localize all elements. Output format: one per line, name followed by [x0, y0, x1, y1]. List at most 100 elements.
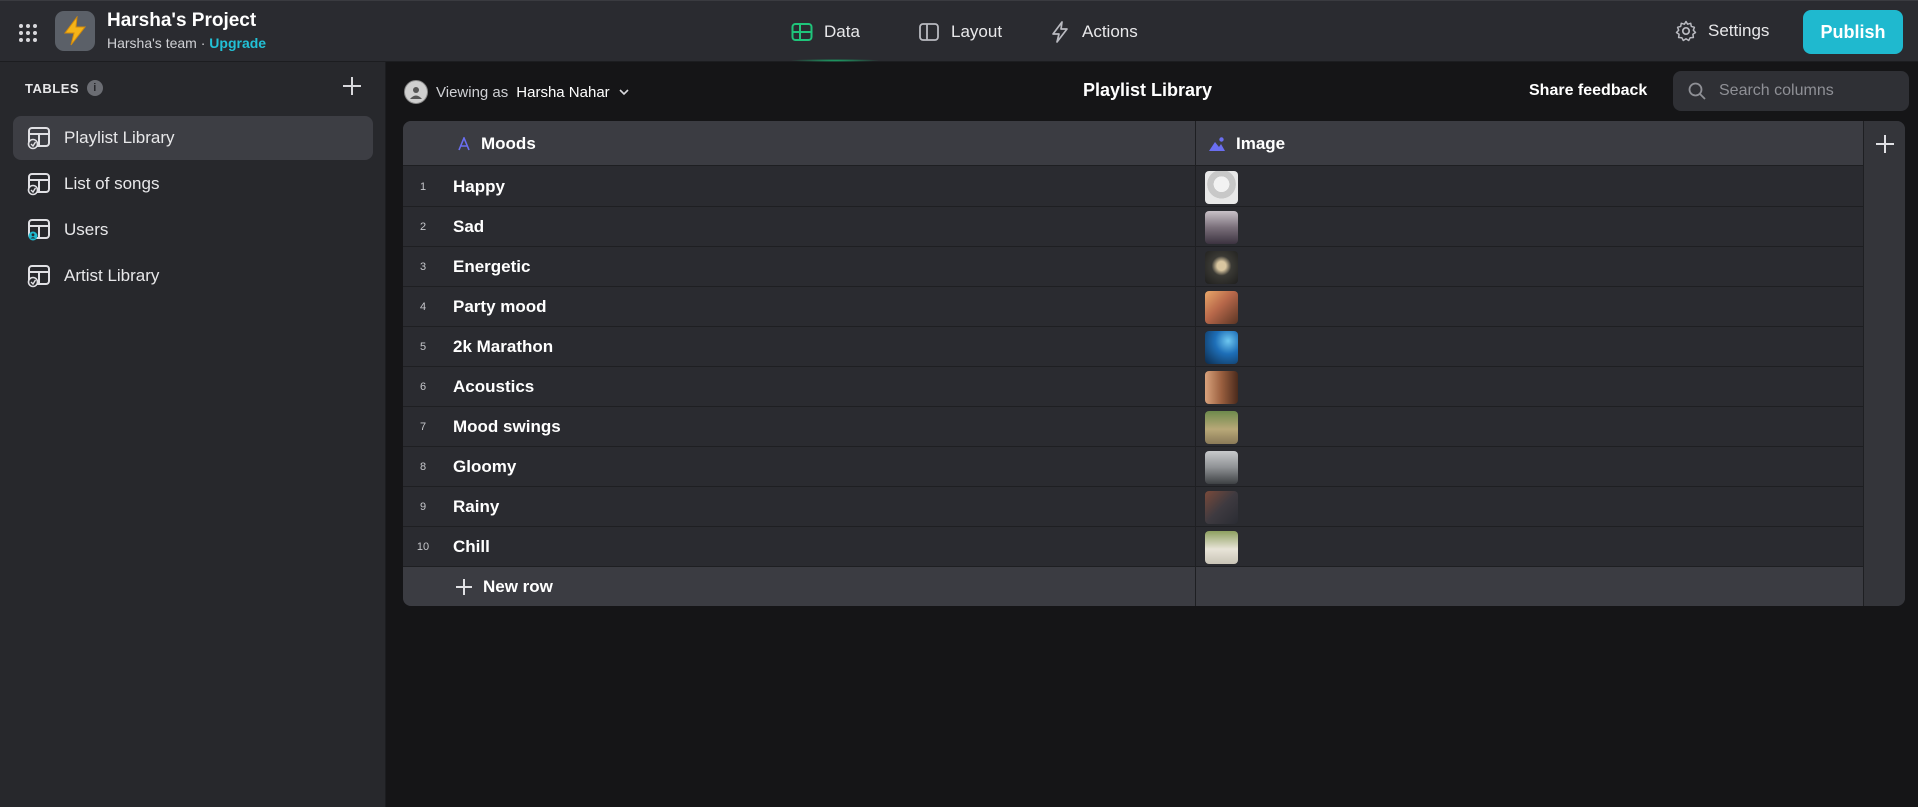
table-row[interactable]: 3 Energetic	[403, 247, 1863, 287]
search-icon	[1688, 82, 1706, 100]
settings-button[interactable]: Settings	[1674, 19, 1769, 43]
row-number: 6	[419, 381, 427, 393]
table-row[interactable]: 8 Gloomy	[403, 447, 1863, 487]
mood-cell[interactable]: Rainy	[453, 487, 499, 527]
row-number: 1	[419, 181, 427, 193]
sidebar-item-label: Playlist Library	[64, 128, 175, 147]
sidebar-item-playlist-library[interactable]: Playlist Library	[13, 116, 373, 160]
layout-icon	[919, 23, 939, 41]
mood-cell[interactable]: 2k Marathon	[453, 327, 553, 367]
apps-grid-icon[interactable]	[18, 23, 38, 43]
new-row-bar: New row	[403, 567, 1863, 606]
table-row[interactable]: 7 Mood swings	[403, 407, 1863, 447]
image-thumbnail[interactable]	[1205, 211, 1238, 244]
table-row[interactable]: 4 Party mood	[403, 287, 1863, 327]
row-number: 10	[416, 541, 430, 553]
column-header-moods[interactable]: Moods	[457, 121, 536, 166]
mood-cell[interactable]: Chill	[453, 527, 490, 567]
avatar	[404, 80, 428, 104]
image-thumbnail[interactable]	[1205, 451, 1238, 484]
add-column-button[interactable]	[1865, 121, 1905, 166]
image-thumbnail[interactable]	[1205, 171, 1238, 204]
table-icon	[27, 127, 50, 150]
sidebar-item-users[interactable]: Users	[13, 208, 373, 252]
table-row[interactable]: 6 Acoustics	[403, 367, 1863, 407]
column-header-label: Image	[1236, 133, 1286, 153]
image-thumbnail[interactable]	[1205, 371, 1238, 404]
sidebar-item-label: List of songs	[64, 174, 160, 193]
mood-cell[interactable]: Sad	[453, 207, 484, 247]
upgrade-link[interactable]: Upgrade	[209, 35, 266, 51]
row-number: 5	[419, 341, 427, 353]
row-number: 2	[419, 221, 427, 233]
image-thumbnail[interactable]	[1205, 491, 1238, 524]
plus-icon	[456, 578, 472, 595]
user-avatar-icon	[410, 87, 422, 99]
row-number: 4	[419, 301, 427, 313]
tab-layout-label: Layout	[951, 22, 1003, 41]
image-thumbnail[interactable]	[1205, 291, 1238, 324]
app-logo[interactable]	[55, 11, 95, 51]
mood-cell[interactable]: Acoustics	[453, 367, 534, 407]
table-row[interactable]: 5 2k Marathon	[403, 327, 1863, 367]
sidebar-item-list-of-songs[interactable]: List of songs	[13, 162, 373, 206]
share-feedback-button[interactable]: Share feedback	[1529, 82, 1647, 100]
add-column-strip	[1864, 121, 1905, 606]
data-grid-icon	[791, 23, 813, 41]
image-thumbnail[interactable]	[1205, 411, 1238, 444]
mood-cell[interactable]: Mood swings	[453, 407, 561, 447]
tab-data[interactable]: Data	[790, 19, 860, 45]
sidebar-item-label: Users	[64, 220, 109, 239]
publish-button[interactable]: Publish	[1803, 10, 1903, 54]
image-thumbnail[interactable]	[1205, 531, 1238, 564]
tab-data-label: Data	[824, 22, 860, 41]
row-number: 8	[419, 461, 427, 473]
table-row[interactable]: 2 Sad	[403, 207, 1863, 247]
viewing-user: Harsha Nahar	[516, 83, 610, 101]
search-input[interactable]	[1719, 82, 1889, 100]
mood-cell[interactable]: Happy	[453, 167, 505, 207]
users-table-icon	[28, 219, 50, 241]
column-header-image[interactable]: Image	[1208, 121, 1285, 166]
sidebar: TABLES i Playlist Library List of songs	[0, 62, 386, 807]
plus-icon	[1876, 134, 1894, 153]
table-row[interactable]: 1 Happy	[403, 167, 1863, 207]
viewing-prefix: Viewing as	[436, 83, 509, 101]
mood-cell[interactable]: Energetic	[453, 247, 530, 287]
tables-section-header: TABLES i	[25, 80, 104, 96]
new-row-label: New row	[483, 576, 553, 596]
project-title: Harsha's Project	[107, 10, 257, 31]
new-row-button[interactable]: New row	[455, 567, 553, 606]
table-row[interactable]: 10 Chill	[403, 527, 1863, 567]
data-grid: Moods Image 1 Happy 2 Sad 3 Energetic 4 …	[403, 121, 1905, 606]
tab-actions-label: Actions	[1082, 22, 1138, 41]
add-table-icon[interactable]	[340, 74, 364, 98]
top-bar: Harsha's Project Harsha's team · Upgrade…	[0, 0, 1918, 62]
settings-label: Settings	[1708, 21, 1770, 40]
row-number: 7	[419, 421, 427, 433]
tab-layout[interactable]: Layout	[917, 19, 1002, 45]
tables-title: TABLES	[25, 80, 80, 96]
image-column-icon	[1209, 136, 1225, 151]
project-subtitle: Harsha's team · Upgrade	[107, 35, 266, 51]
mood-cell[interactable]: Gloomy	[453, 447, 516, 487]
row-number: 3	[419, 261, 427, 273]
row-number: 9	[419, 501, 427, 513]
mood-cell[interactable]: Party mood	[453, 287, 547, 327]
column-divider	[1195, 121, 1196, 606]
bolt-icon	[1052, 21, 1068, 43]
column-divider	[1863, 121, 1864, 606]
text-column-icon	[458, 136, 470, 150]
info-icon[interactable]: i	[87, 80, 104, 96]
table-icon	[27, 173, 50, 196]
search-columns[interactable]	[1673, 71, 1909, 111]
image-thumbnail[interactable]	[1205, 331, 1238, 364]
image-thumbnail[interactable]	[1205, 251, 1238, 284]
sidebar-item-label: Artist Library	[64, 266, 160, 285]
sidebar-item-artist-library[interactable]: Artist Library	[13, 254, 373, 298]
table-icon	[27, 265, 50, 288]
tab-actions[interactable]: Actions	[1048, 19, 1138, 45]
lightning-bolt-icon	[64, 16, 87, 46]
table-row[interactable]: 9 Rainy	[403, 487, 1863, 527]
viewing-as-selector[interactable]: Viewing as Harsha Nahar	[404, 80, 630, 104]
